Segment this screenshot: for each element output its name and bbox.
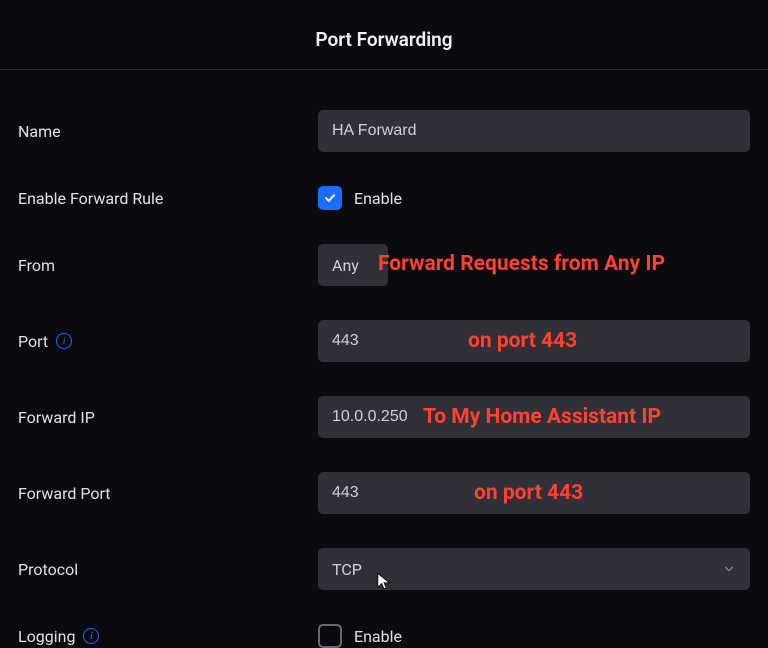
protocol-select[interactable]: TCP <box>318 548 750 590</box>
protocol-label: Protocol <box>18 560 318 579</box>
from-select[interactable]: Any <box>318 244 388 286</box>
port-input[interactable] <box>318 320 750 362</box>
annotation-from: Forward Requests from Any IP <box>378 252 665 276</box>
protocol-value: TCP <box>332 560 362 579</box>
chevron-down-icon <box>722 562 736 576</box>
enable-rule-label: Enable Forward Rule <box>18 189 318 208</box>
port-label: Port <box>18 332 48 351</box>
info-icon[interactable]: i <box>83 628 99 644</box>
from-label: From <box>18 256 318 275</box>
page-title: Port Forwarding <box>0 28 768 51</box>
logging-label: Logging <box>18 627 75 646</box>
enable-rule-checkbox[interactable] <box>318 186 342 210</box>
logging-checkbox-label: Enable <box>354 627 402 646</box>
forward-ip-input[interactable] <box>318 396 750 438</box>
enable-rule-checkbox-label: Enable <box>354 189 402 208</box>
forward-port-input[interactable] <box>318 472 750 514</box>
info-icon[interactable]: i <box>56 333 72 349</box>
logging-checkbox[interactable] <box>318 624 342 648</box>
name-label: Name <box>18 122 318 141</box>
forward-ip-label: Forward IP <box>18 408 318 427</box>
check-icon <box>323 191 337 205</box>
name-input[interactable] <box>318 110 750 152</box>
forward-port-label: Forward Port <box>18 484 318 503</box>
from-value: Any <box>332 256 359 275</box>
